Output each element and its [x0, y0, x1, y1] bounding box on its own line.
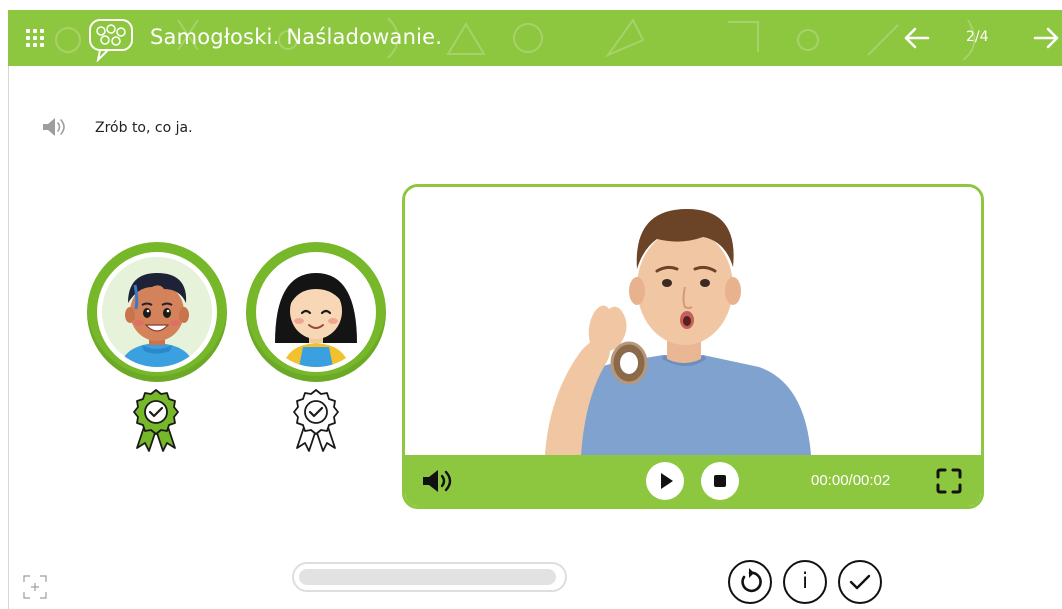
progress-bar — [292, 562, 567, 592]
video-player: 00:00/00:02 — [402, 184, 984, 509]
top-bar: Samogłoski. Naśladowanie. 2/4 — [8, 10, 1062, 66]
girl-illustration — [261, 257, 371, 367]
girl-face — [261, 257, 371, 367]
stop-button[interactable] — [701, 462, 739, 500]
award-badge-icon — [133, 389, 179, 452]
instruction-text: Zrób to, co ja. — [95, 120, 193, 136]
arrow-right-icon[interactable] — [1032, 25, 1062, 51]
playback-time: 00:00/00:02 — [811, 472, 891, 489]
player-controls: 00:00/00:02 — [405, 455, 981, 506]
reset-icon — [741, 568, 762, 593]
arrow-left-icon[interactable] — [901, 25, 931, 51]
page-counter: 2/4 — [966, 29, 989, 45]
expand-icon[interactable] — [22, 574, 48, 600]
info-button[interactable]: i — [783, 560, 827, 604]
boy-face — [102, 257, 212, 367]
page-title: Samogłoski. Naśladowanie. — [150, 25, 443, 49]
progress-fill — [299, 569, 556, 585]
video-still-boy — [405, 187, 981, 455]
check-button[interactable] — [838, 560, 882, 604]
volume-icon[interactable] — [421, 468, 455, 494]
check-icon — [849, 574, 871, 590]
reset-button[interactable] — [728, 560, 772, 604]
play-button[interactable] — [646, 462, 684, 500]
avatar-boy[interactable] — [87, 242, 227, 382]
left-border — [8, 66, 9, 609]
speaker-icon[interactable] — [40, 116, 66, 138]
speech-bubble-logo-icon — [89, 19, 133, 62]
video-frame[interactable] — [405, 187, 981, 455]
award-badge-icon — [293, 389, 339, 452]
avatar-girl[interactable] — [246, 242, 386, 382]
info-icon: i — [802, 569, 808, 593]
fullscreen-icon[interactable] — [935, 467, 963, 495]
menu-button[interactable] — [22, 25, 48, 51]
boy-illustration — [102, 257, 212, 367]
